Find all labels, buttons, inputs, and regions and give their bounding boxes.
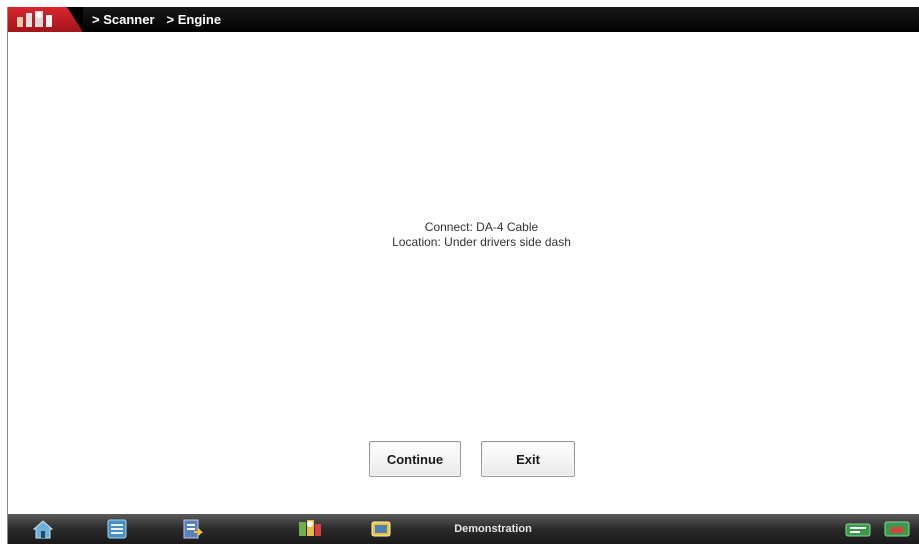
scanner-icon[interactable]: [295, 517, 325, 541]
location-text: Location: Under drivers side dash: [392, 235, 571, 249]
bottom-toolbar: Demonstration: [8, 514, 919, 544]
mode-label: Demonstration: [454, 523, 532, 535]
home-icon[interactable]: [30, 517, 56, 541]
connection-icon[interactable]: [843, 517, 873, 541]
header-bar: > Scanner > Engine: [8, 7, 919, 32]
continue-button[interactable]: Continue: [369, 441, 461, 477]
exit-button[interactable]: Exit: [481, 441, 575, 477]
breadcrumb-scanner[interactable]: > Scanner: [92, 12, 155, 27]
home-logo-icon[interactable]: [8, 7, 83, 32]
breadcrumb-engine: > Engine: [166, 12, 222, 27]
app-window: > Scanner > Engine Connect: DA-4 Cable L…: [7, 7, 919, 544]
instruction-message: Connect: DA-4 Cable Location: Under driv…: [8, 220, 919, 250]
breadcrumb: > Scanner > Engine: [92, 12, 221, 27]
battery-icon[interactable]: [882, 517, 912, 541]
data-icon[interactable]: [368, 517, 394, 541]
report-icon[interactable]: [179, 517, 205, 541]
tools-icon[interactable]: [104, 517, 130, 541]
connect-text: Connect: DA-4 Cable: [424, 220, 539, 234]
